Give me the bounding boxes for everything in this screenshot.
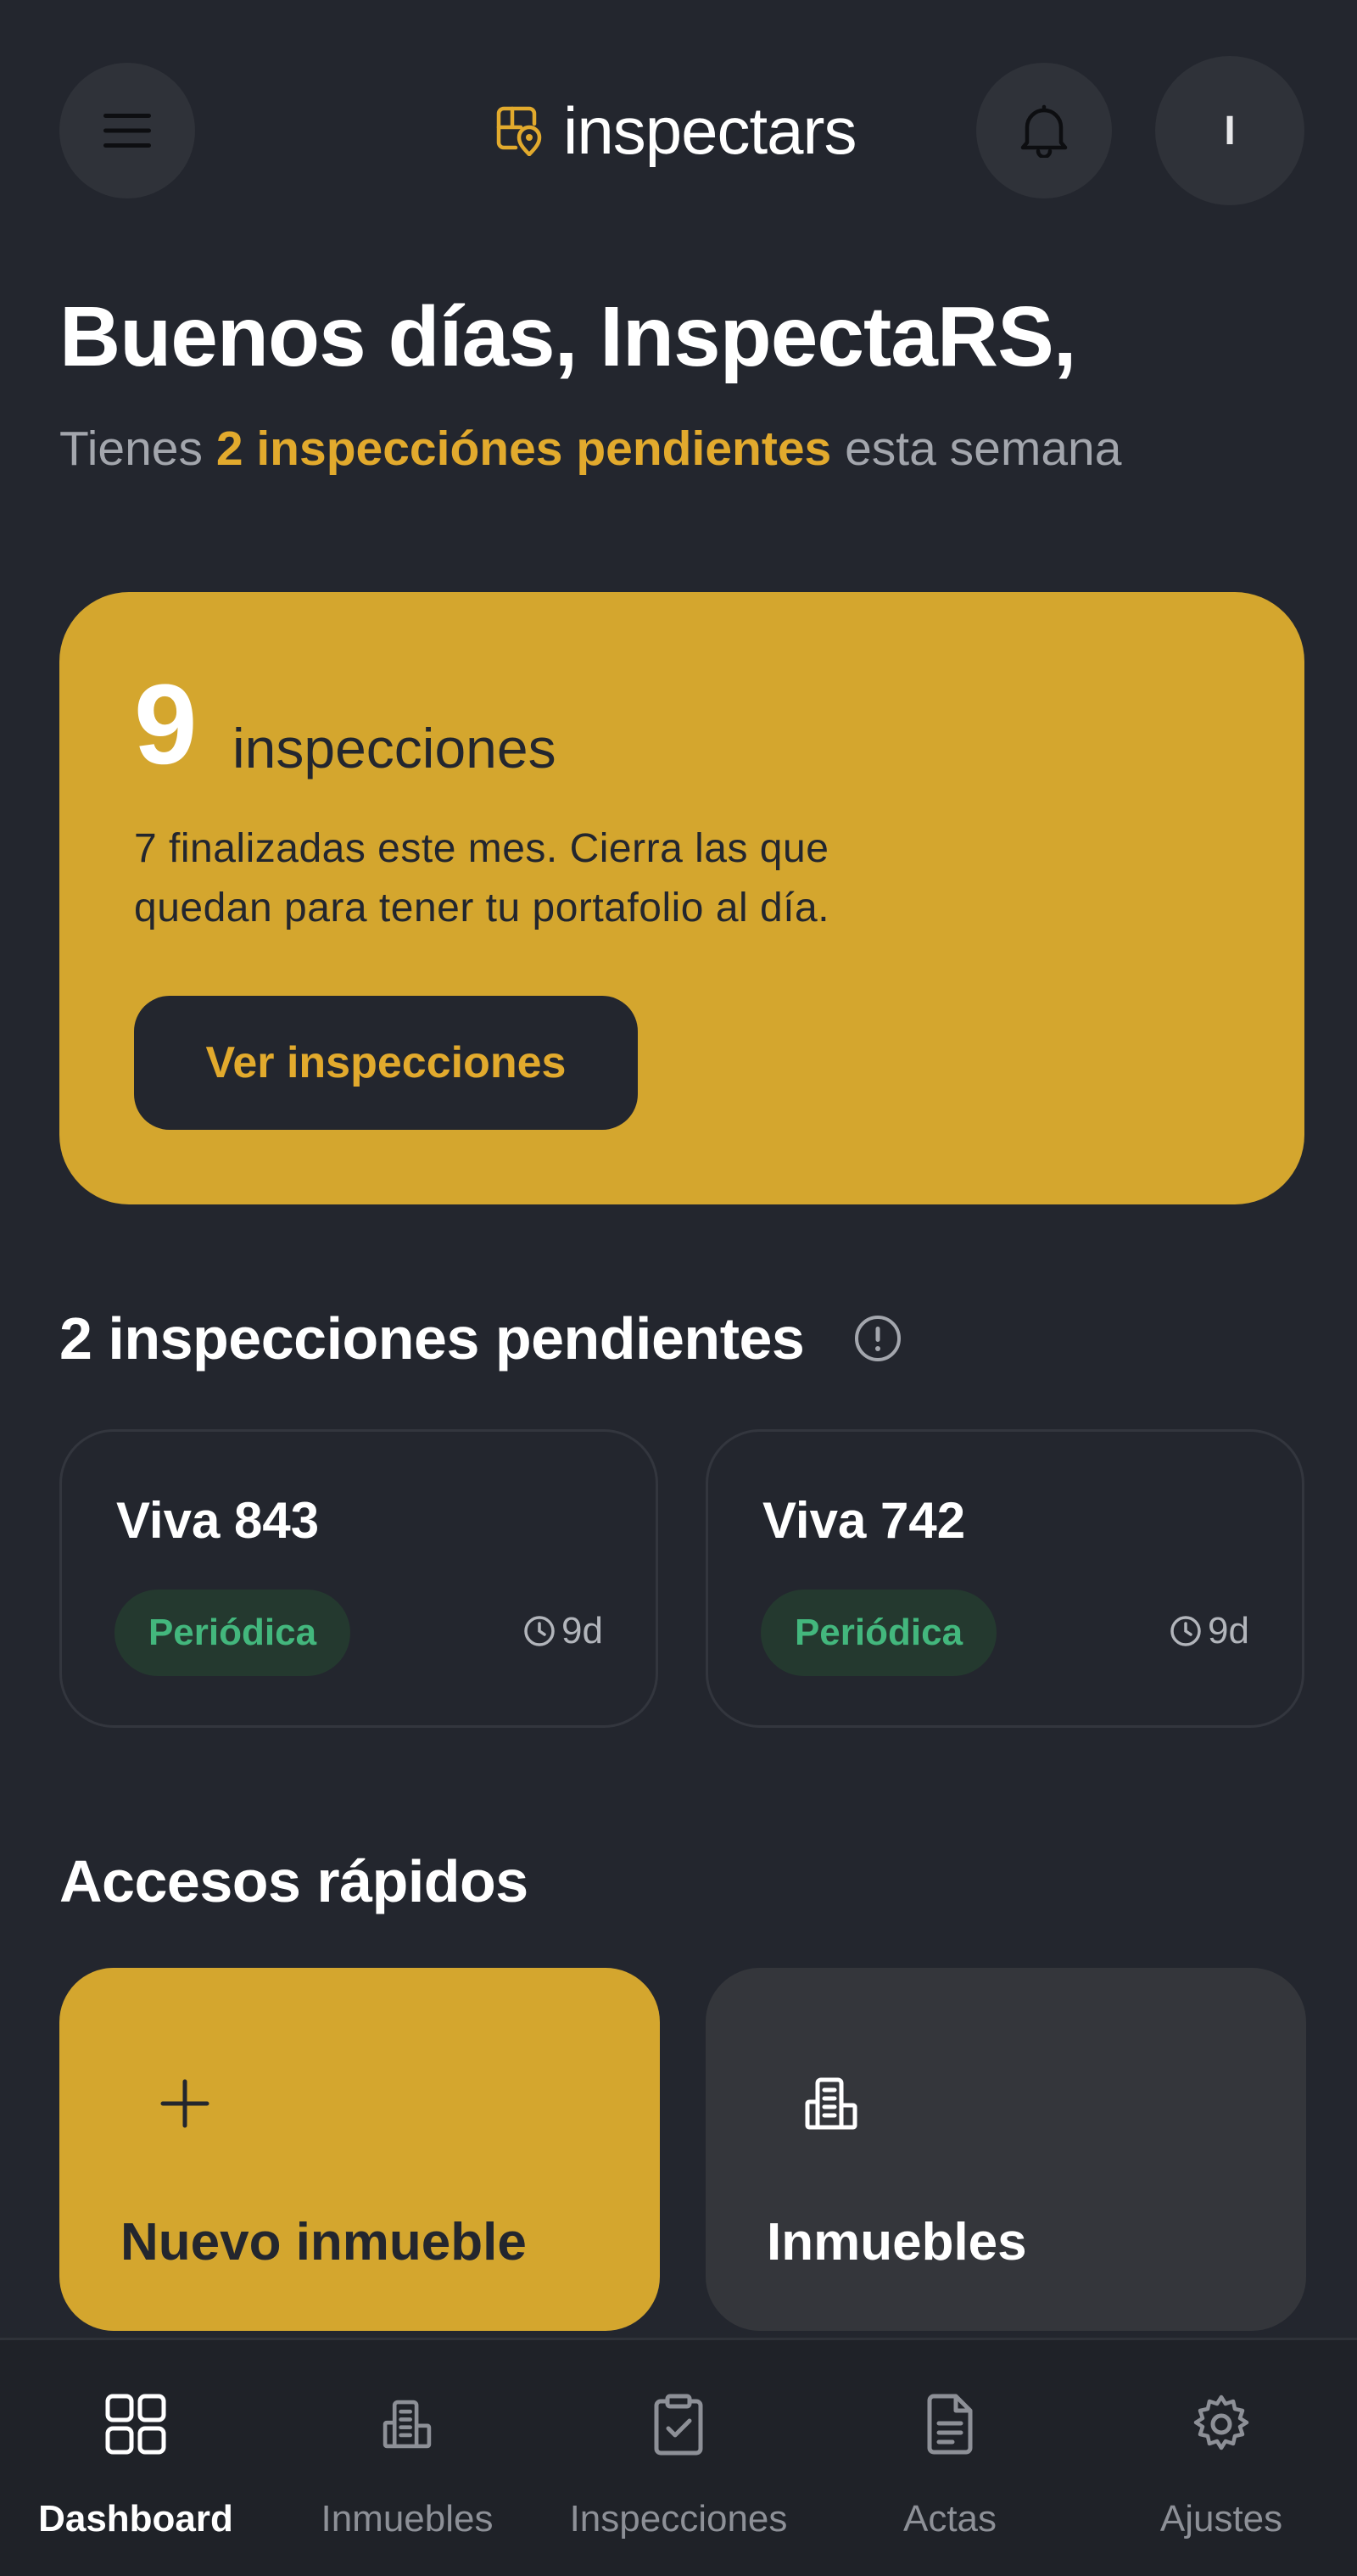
brand-logo[interactable]: inspectars xyxy=(495,93,857,168)
description-line-1: 7 finalizadas este mes. Cierra las que xyxy=(134,826,829,871)
nav-label-inspecciones: Inspecciones xyxy=(569,2498,788,2540)
nav-item-ajustes[interactable]: Ajustes xyxy=(1086,2340,1357,2576)
nav-label-actas: Actas xyxy=(902,2498,997,2540)
nav-item-inmuebles[interactable]: Inmuebles xyxy=(271,2340,543,2576)
subtitle-prefix: Tienes xyxy=(59,422,216,476)
grid-icon xyxy=(105,2394,166,2455)
bottom-navigation: Dashboard Inmuebles Inspecciones Actas A… xyxy=(0,2338,1357,2576)
gear-icon xyxy=(1193,2394,1249,2450)
notifications-button[interactable] xyxy=(976,63,1112,198)
clock-icon xyxy=(1170,1616,1201,1646)
pending-inspection-card[interactable]: Viva 742 Periódica 9d xyxy=(706,1429,1304,1728)
clipboard-check-icon xyxy=(654,2394,703,2456)
document-icon xyxy=(927,2394,973,2455)
properties-shortcut-button[interactable]: Inmuebles xyxy=(706,1968,1306,2331)
nav-item-actas[interactable]: Actas xyxy=(814,2340,1086,2576)
nav-item-dashboard[interactable]: Dashboard xyxy=(0,2340,271,2576)
plus-icon xyxy=(160,2079,209,2128)
pending-section-title: 2 inspecciones pendientes xyxy=(59,1305,805,1372)
time-remaining: 9d xyxy=(1169,1610,1249,1652)
pending-inspection-card[interactable]: Viva 843 Periódica 9d xyxy=(59,1429,658,1728)
new-property-button[interactable]: Nuevo inmueble xyxy=(59,1968,660,2331)
nav-item-inspecciones[interactable]: Inspecciones xyxy=(543,2340,814,2576)
subtitle-suffix: esta semana xyxy=(831,422,1122,476)
inspections-description: 7 finalizadas este mes. Cierra las que q… xyxy=(134,819,1067,938)
property-name: Viva 742 xyxy=(762,1492,966,1549)
inspections-count: 9 xyxy=(134,662,198,788)
clock-icon xyxy=(524,1616,555,1646)
time-remaining-value: 9d xyxy=(561,1610,603,1651)
inspections-unit-label: inspecciones xyxy=(232,717,556,780)
time-remaining: 9d xyxy=(522,1610,603,1652)
info-icon[interactable] xyxy=(853,1314,902,1363)
dashboard-screen: inspectars I Buenos días, InspectaRS, Ti… xyxy=(0,0,1357,2576)
greeting-title: Buenos días, InspectaRS, xyxy=(59,289,1077,384)
app-header: inspectars I xyxy=(0,0,1357,263)
greeting-subtitle: Tienes 2 inspecciónes pendientes esta se… xyxy=(59,421,1121,477)
brand-name: inspectars xyxy=(563,92,857,168)
view-inspections-button[interactable]: Ver inspecciones xyxy=(134,996,638,1130)
description-line-2: quedan para tener tu portafolio al día. xyxy=(134,886,830,930)
avatar-initial: I xyxy=(1224,108,1236,154)
property-name: Viva 843 xyxy=(116,1492,320,1549)
nav-label-inmuebles: Inmuebles xyxy=(321,2498,494,2540)
map-pin-logo-icon xyxy=(496,106,542,156)
time-remaining-value: 9d xyxy=(1208,1610,1249,1651)
bell-icon xyxy=(1020,104,1068,158)
properties-shortcut-label: Inmuebles xyxy=(767,2213,1027,2271)
building-icon xyxy=(383,2400,432,2449)
nav-label-dashboard: Dashboard xyxy=(38,2498,233,2540)
new-property-label: Nuevo inmueble xyxy=(120,2213,527,2271)
user-avatar[interactable]: I xyxy=(1155,56,1304,205)
hamburger-menu-icon xyxy=(103,114,151,148)
inspections-summary-card: 9 inspecciones 7 finalizadas este mes. C… xyxy=(59,592,1304,1204)
quick-access-title: Accesos rápidos xyxy=(59,1848,528,1914)
building-icon xyxy=(805,2077,857,2130)
menu-button[interactable] xyxy=(59,63,195,198)
pending-count-highlight: 2 inspecciónes pendientes xyxy=(215,422,832,476)
inspection-type-badge: Periódica xyxy=(114,1590,350,1676)
nav-label-ajustes: Ajustes xyxy=(1159,2498,1283,2540)
inspection-type-badge: Periódica xyxy=(761,1590,997,1676)
